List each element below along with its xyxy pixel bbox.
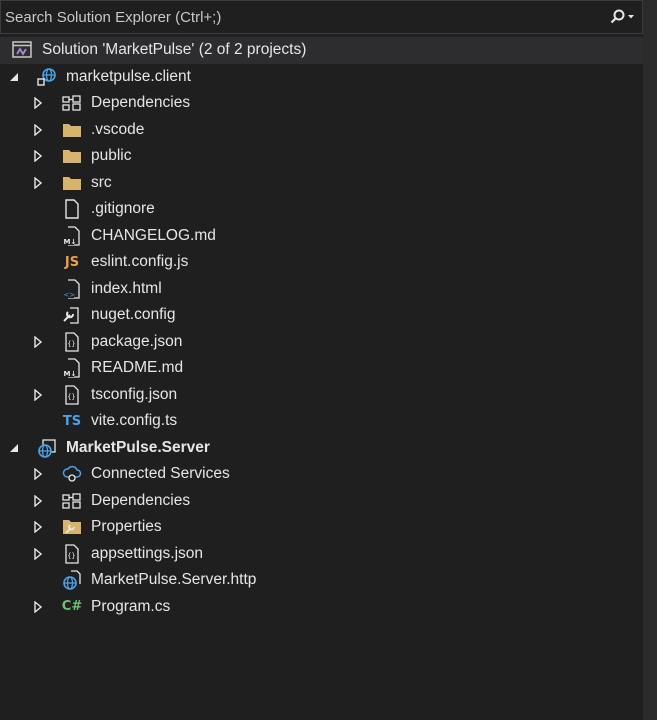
vertical-scrollbar[interactable]: [643, 0, 657, 720]
tree-item-solution[interactable]: Solution 'MarketPulse' (2 of 2 projects): [0, 37, 643, 64]
tree-item-label: Dependencies: [91, 94, 191, 112]
tree-item-label: Connected Services: [91, 465, 230, 483]
collapsed-arrow-icon[interactable]: [31, 547, 45, 561]
tree-item-changelog[interactable]: M↓ CHANGELOG.md: [0, 223, 643, 250]
solution-icon: [12, 40, 32, 60]
collapsed-arrow-icon[interactable]: [31, 335, 45, 349]
tree-item-label: eslint.config.js: [91, 253, 189, 271]
tree-item-appsettings-json[interactable]: {} appsettings.json: [0, 541, 643, 568]
search-bar: [0, 0, 643, 34]
tree-item-label: .gitignore: [91, 200, 155, 218]
tree-item-label: .vscode: [91, 120, 145, 138]
collapsed-arrow-icon[interactable]: [31, 176, 45, 190]
http-file-icon: [62, 570, 82, 591]
properties-icon: [62, 517, 82, 537]
solution-tree: Solution 'MarketPulse' (2 of 2 projects)…: [0, 37, 643, 620]
ts-icon: TS: [62, 413, 82, 429]
tree-item-tsconfig-json[interactable]: {} tsconfig.json: [0, 382, 643, 409]
dependencies-icon: [62, 491, 82, 511]
dependencies-icon: [62, 93, 82, 113]
tree-item-index-html[interactable]: <> index.html: [0, 276, 643, 303]
svg-text:{}: {}: [67, 340, 75, 348]
tree-item-vscode-folder[interactable]: .vscode: [0, 117, 643, 144]
svg-text:M↓: M↓: [64, 238, 77, 246]
folder-icon: [62, 173, 82, 193]
csharp-icon: C#: [61, 599, 83, 615]
tree-item-label: Dependencies: [91, 491, 191, 509]
tree-item-label: Program.cs: [91, 597, 171, 615]
file-icon: [62, 199, 82, 219]
connected-services-icon: [62, 464, 82, 484]
expanded-arrow-icon[interactable]: [7, 441, 21, 455]
svg-text:{}: {}: [67, 393, 75, 401]
tree-item-label: Properties: [91, 518, 162, 536]
tree-item-program-cs[interactable]: C# Program.cs: [0, 594, 643, 621]
tree-item-vite-config[interactable]: TS vite.config.ts: [0, 408, 643, 435]
tree-item-label: marketpulse.client: [66, 67, 191, 85]
tree-item-label: package.json: [91, 332, 183, 350]
svg-text:M↓: M↓: [64, 370, 77, 378]
folder-icon: [62, 120, 82, 140]
search-options-button[interactable]: [602, 1, 642, 33]
config-icon: [62, 305, 82, 325]
collapsed-arrow-icon[interactable]: [31, 388, 45, 402]
folder-icon: [62, 146, 82, 166]
tree-item-src-folder[interactable]: src: [0, 170, 643, 197]
search-icon: [610, 9, 634, 24]
tree-item-label: src: [91, 173, 112, 191]
tree-item-nuget-config[interactable]: nuget.config: [0, 302, 643, 329]
web-project-icon: [37, 67, 57, 87]
collapsed-arrow-icon[interactable]: [31, 600, 45, 614]
tree-item-server-dependencies[interactable]: Dependencies: [0, 488, 643, 515]
expanded-arrow-icon[interactable]: [7, 70, 21, 84]
collapsed-arrow-icon[interactable]: [31, 494, 45, 508]
collapsed-arrow-icon[interactable]: [31, 96, 45, 110]
markdown-icon: M↓: [62, 226, 82, 246]
web-project-icon: [37, 438, 57, 458]
tree-item-label: tsconfig.json: [91, 385, 178, 403]
html-icon: <>: [62, 279, 82, 299]
tree-item-readme[interactable]: M↓ README.md: [0, 355, 643, 382]
tree-item-label: README.md: [91, 359, 184, 377]
json-icon: {}: [62, 332, 82, 352]
tree-item-package-json[interactable]: {} package.json: [0, 329, 643, 356]
tree-item-properties[interactable]: Properties: [0, 514, 643, 541]
tree-item-label: MarketPulse.Server.http: [91, 571, 257, 589]
svg-text:{}: {}: [67, 552, 75, 560]
tree-item-label: vite.config.ts: [91, 412, 178, 430]
tree-item-gitignore[interactable]: .gitignore: [0, 196, 643, 223]
tree-item-label: index.html: [91, 279, 162, 297]
collapsed-arrow-icon[interactable]: [31, 123, 45, 137]
tree-item-dependencies[interactable]: Dependencies: [0, 90, 643, 117]
collapsed-arrow-icon[interactable]: [31, 149, 45, 163]
markdown-icon: M↓: [62, 358, 82, 378]
json-icon: {}: [62, 385, 82, 405]
tree-item-eslint-config[interactable]: JS eslint.config.js: [0, 249, 643, 276]
collapsed-arrow-icon[interactable]: [31, 467, 45, 481]
collapsed-arrow-icon[interactable]: [31, 520, 45, 534]
tree-item-label: public: [91, 147, 132, 165]
tree-item-server-project[interactable]: MarketPulse.Server: [0, 435, 643, 462]
tree-item-label: nuget.config: [91, 306, 176, 324]
tree-item-public-folder[interactable]: public: [0, 143, 643, 170]
tree-item-server-http[interactable]: MarketPulse.Server.http: [0, 567, 643, 594]
svg-text:<>: <>: [64, 291, 76, 299]
tree-item-client-project[interactable]: marketpulse.client: [0, 64, 643, 91]
tree-item-label: Solution 'MarketPulse' (2 of 2 projects): [42, 41, 307, 59]
tree-item-label: CHANGELOG.md: [91, 226, 216, 244]
js-icon: JS: [64, 254, 80, 270]
search-input[interactable]: [1, 1, 602, 33]
tree-item-label: MarketPulse.Server: [66, 438, 210, 456]
json-icon: {}: [62, 544, 82, 564]
tree-item-connected-services[interactable]: Connected Services: [0, 461, 643, 488]
tree-item-label: appsettings.json: [91, 544, 204, 562]
